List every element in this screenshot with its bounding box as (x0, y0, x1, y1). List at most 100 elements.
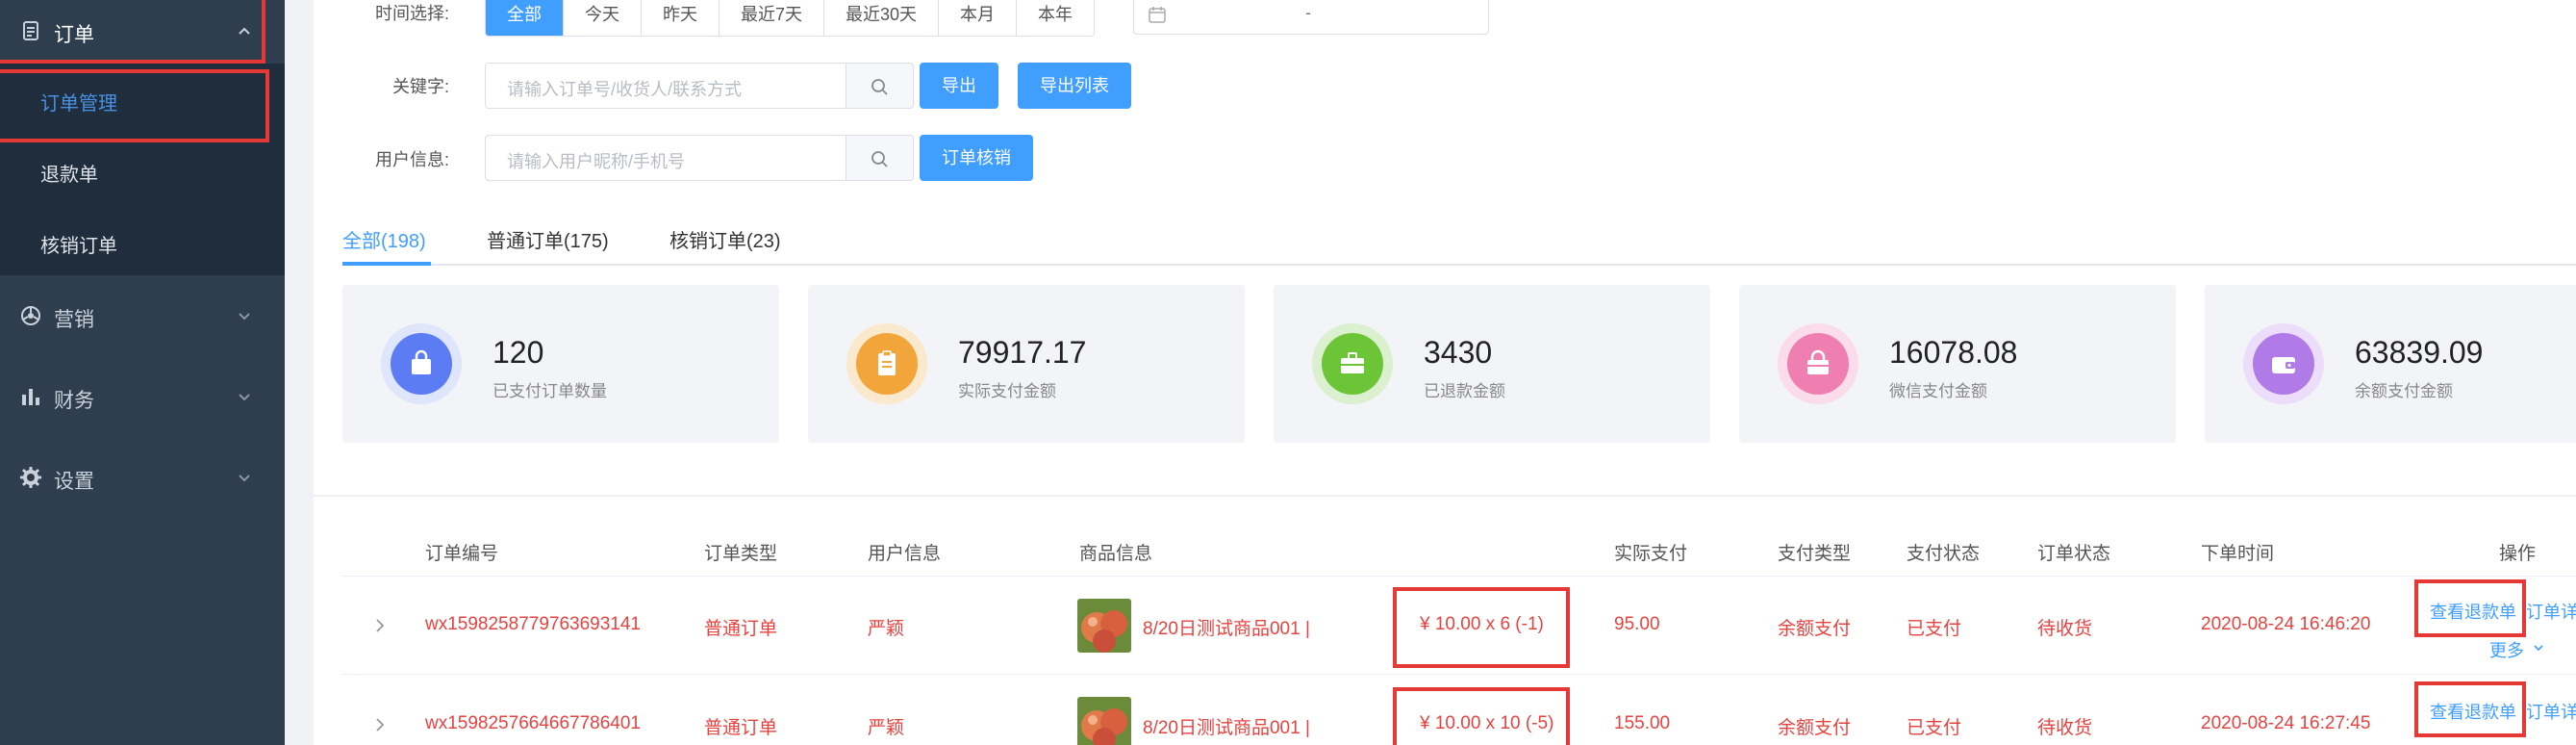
time-option-last30[interactable]: 最近30天 (823, 0, 939, 36)
order-verify-button[interactable]: 订单核销 (920, 135, 1033, 181)
tab-verified-orders[interactable]: 核销订单(23) (669, 225, 781, 253)
shop-icon (1807, 349, 1829, 374)
table-header-divider (342, 576, 2576, 577)
chevron-down-icon (239, 394, 250, 401)
sidebar-item-label: 退款单 (40, 165, 98, 186)
order-type: 普通订单 (704, 718, 778, 738)
sidebar-item-refunds[interactable]: 退款单 (0, 135, 285, 206)
highlight-box-view-refund (2414, 681, 2526, 737)
col-pay-status: 支付状态 (1907, 544, 1981, 564)
time-option-month[interactable]: 本月 (938, 0, 1017, 36)
order-time: 2020-08-24 16:46:20 (2201, 614, 2371, 634)
sidebar-group-finance-label: 财务 (54, 390, 94, 412)
stat-card-balance-paid: 63839.09 余额支付金额 (2205, 285, 2576, 443)
stat-label: 余额支付金额 (2355, 382, 2453, 400)
sidebar-group-marketing[interactable]: 营销 (0, 285, 285, 348)
actual-paid: 95.00 (1614, 614, 1660, 634)
stat-icon-circle (856, 333, 918, 395)
search-icon (871, 79, 888, 95)
sidebar-group-settings-label: 设置 (54, 471, 94, 493)
actual-paid: 155.00 (1614, 713, 1671, 733)
gear-icon (20, 467, 41, 488)
time-option-year[interactable]: 本年 (1016, 0, 1095, 36)
user-name: 严颖 (868, 718, 905, 738)
stat-value: 16078.08 (1889, 335, 2018, 370)
stat-card-paid-orders: 120 已支付订单数量 (342, 285, 779, 443)
time-option-all[interactable]: 全部 (486, 0, 563, 36)
order-number: wx1598257664667786401 (425, 713, 641, 733)
order-number: wx1598258779763693141 (425, 614, 641, 634)
highlight-box-price-qty (1393, 687, 1570, 745)
bag-icon (412, 349, 431, 374)
sidebar-group-marketing-label: 营销 (54, 309, 94, 331)
user-search-input[interactable]: 请输入用户昵称/手机号 (485, 135, 846, 181)
order-detail-link[interactable]: 订单详 (2526, 599, 2576, 624)
active-tab-indicator (342, 262, 431, 266)
order-time: 2020-08-24 16:27:45 (2201, 713, 2371, 733)
calendar-icon (1149, 7, 1166, 23)
highlight-box-price-qty (1393, 587, 1570, 668)
stat-icon-circle (391, 333, 452, 395)
export-button[interactable]: 导出 (920, 63, 998, 109)
stat-value: 63839.09 (2355, 335, 2484, 370)
tab-normal-orders[interactable]: 普通订单(175) (487, 225, 609, 253)
stat-label: 实际支付金额 (958, 382, 1056, 400)
sidebar-group-settings[interactable]: 设置 (0, 447, 285, 510)
stat-value: 120 (492, 335, 544, 370)
col-order-no: 订单编号 (425, 544, 499, 564)
order-type-tabs: 全部(198) 普通订单(175) 核销订单(23) (342, 218, 2576, 266)
clipboard-icon (878, 350, 896, 375)
stat-label: 已退款金额 (1424, 382, 1505, 400)
col-order-status: 订单状态 (2037, 544, 2111, 564)
chevron-down-icon (2534, 645, 2543, 652)
sidebar-group-finance[interactable]: 财务 (0, 366, 285, 429)
stat-icon-circle (1787, 333, 1849, 395)
sidebar-item-label: 核销订单 (40, 236, 117, 257)
product-thumbnail (1077, 599, 1131, 653)
user-name: 严颖 (868, 619, 905, 639)
time-option-yesterday[interactable]: 昨天 (641, 0, 719, 36)
chevron-down-icon (239, 313, 250, 321)
wallet-icon (2272, 357, 2295, 373)
highlight-box-order-management (0, 69, 269, 142)
chevron-down-icon (239, 475, 250, 482)
time-range-selector: 全部 今天 昨天 最近7天 最近30天 本月 本年 (485, 0, 1096, 37)
briefcase-icon (1341, 352, 1364, 373)
stat-value: 3430 (1424, 335, 1493, 370)
keyword-search-input[interactable]: 请输入订单号/收货人/联系方式 (485, 63, 846, 109)
product-thumbnail (1077, 697, 1131, 745)
time-option-last7[interactable]: 最近7天 (719, 0, 824, 36)
marketing-icon (21, 306, 40, 325)
export-list-button[interactable]: 导出列表 (1018, 63, 1131, 109)
pay-type: 余额支付 (1778, 718, 1852, 738)
col-actual-paid: 实际支付 (1614, 544, 1688, 564)
search-icon (871, 151, 888, 167)
pay-status: 已支付 (1907, 619, 1962, 639)
expand-row-icon[interactable] (371, 617, 389, 634)
keyword-search-button[interactable] (846, 63, 914, 109)
user-search-button[interactable] (846, 135, 914, 181)
stat-icon-circle (1322, 333, 1383, 395)
col-actions: 操作 (2499, 544, 2537, 564)
time-option-today[interactable]: 今天 (563, 0, 641, 36)
stat-icon-circle (2253, 333, 2314, 395)
order-status: 待收货 (2037, 619, 2093, 639)
more-actions-link[interactable]: 更多 (2489, 637, 2524, 662)
sidebar-item-verified-orders[interactable]: 核销订单 (0, 206, 285, 277)
stat-value: 79917.17 (958, 335, 1087, 370)
col-user-info: 用户信息 (868, 544, 942, 564)
stat-card-wechat-paid: 16078.08 微信支付金额 (1739, 285, 2176, 443)
expand-row-icon[interactable] (371, 716, 389, 733)
time-filter-label: 时间选择: (375, 4, 450, 23)
app-root: 订单 订单管理 退款单 核销订单 营销 财务 设置 时间选择: 全部 今天 昨天… (0, 0, 2576, 745)
tab-all[interactable]: 全部(198) (342, 225, 426, 253)
order-type: 普通订单 (704, 619, 778, 639)
stat-label: 微信支付金额 (1889, 382, 1987, 400)
finance-chart-icon (22, 389, 39, 405)
highlight-box-orders-group (0, 0, 265, 64)
stat-label: 已支付订单数量 (492, 382, 607, 400)
product-name: 8/20日测试商品001 | (1143, 619, 1310, 639)
order-detail-link[interactable]: 订单详 (2526, 699, 2576, 724)
date-range-picker[interactable]: - (1133, 0, 1489, 35)
sidebar: 订单 订单管理 退款单 核销订单 营销 财务 设置 (0, 0, 285, 745)
